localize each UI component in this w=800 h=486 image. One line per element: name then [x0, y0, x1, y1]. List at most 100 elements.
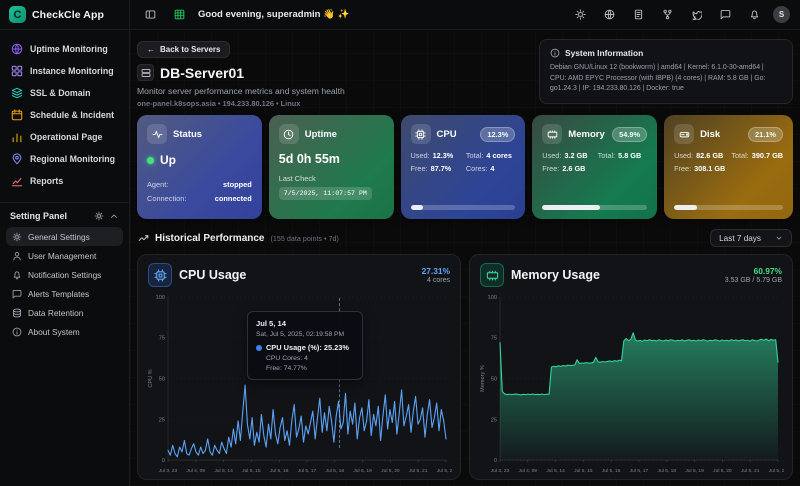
svg-text:50: 50 [491, 377, 497, 383]
back-to-servers-button[interactable]: ← Back to Servers [137, 41, 230, 58]
cpu-chart-title: CPU Usage [179, 268, 246, 282]
svg-text:Jul 5, 14: Jul 5, 14 [546, 468, 565, 474]
info-icon [550, 48, 560, 58]
uptime-card[interactable]: Uptime 5d 0h 55m Last Check 7/5/2025, 11… [269, 115, 394, 219]
twitter-bird-icon[interactable] [686, 5, 706, 25]
settings-item-alerts-templates[interactable]: Alerts Templates [6, 284, 123, 303]
tooltip-series-value: CPU Usage (%): 25.23% [266, 343, 349, 352]
svg-text:Jul 5, 19: Jul 5, 19 [353, 468, 372, 474]
settings-item-about[interactable]: About System [6, 322, 123, 341]
tooltip-date: Jul 5, 14 [256, 319, 354, 328]
tooltip-full-date: Sat, Jul 5, 2025, 02:19:58 PM [256, 331, 354, 338]
chart-tooltip: Jul 5, 14 Sat, Jul 5, 2025, 02:19:58 PM … [247, 311, 363, 380]
top-header: Good evening, superadmin 👋 ✨ S [130, 0, 800, 30]
svg-text:0: 0 [162, 458, 165, 464]
memory-progress-bar [542, 205, 647, 210]
gear-icon [12, 232, 22, 242]
settings-item-notifications[interactable]: Notification Settings [6, 265, 123, 284]
sidebar-item-ssl-domain[interactable]: SSL & Domain [6, 82, 123, 104]
cpu-progress-bar [411, 205, 516, 210]
settings-item-users[interactable]: User Management [6, 246, 123, 265]
status-up-dot [147, 157, 154, 164]
arrow-left-icon: ← [147, 45, 155, 54]
settings-item-general[interactable]: General Settings [6, 227, 123, 246]
memory-chart-title: Memory Usage [511, 268, 600, 282]
sidebar-item-schedule-incident[interactable]: Schedule & Incident [6, 104, 123, 126]
settings-list: General Settings User Management Notific… [0, 225, 129, 343]
cpu-chart-area[interactable]: 0255075100Jul 3, 23Jul 4, 09Jul 5, 14Jul… [146, 289, 452, 476]
greeting-text: Good evening, superadmin 👋 ✨ [198, 9, 349, 20]
agent-status: stopped [223, 180, 252, 189]
trending-up-icon [138, 233, 149, 244]
page-header-row: ← Back to Servers DB-Server01 Monitor se… [137, 39, 793, 108]
sidebar-item-operational-page[interactable]: Operational Page [6, 126, 123, 148]
sidebar-item-uptime-monitoring[interactable]: Uptime Monitoring [6, 38, 123, 60]
svg-text:Jul 5, 23: Jul 5, 23 [769, 468, 784, 474]
theme-sun-icon[interactable] [570, 5, 590, 25]
settings-item-data-retention[interactable]: Data Retention [6, 303, 123, 322]
settings-item-label: Alerts Templates [28, 289, 89, 299]
setting-panel-header[interactable]: Setting Panel [0, 202, 129, 225]
svg-text:Jul 5, 16: Jul 5, 16 [602, 468, 621, 474]
svg-text:Jul 4, 09: Jul 4, 09 [519, 468, 538, 474]
svg-text:0: 0 [494, 458, 497, 464]
disk-progress-bar [674, 205, 783, 210]
sidebar-item-label: Operational Page [30, 132, 102, 142]
page-subtitle: Monitor server performance metrics and s… [137, 86, 345, 96]
svg-text:Jul 5, 19: Jul 5, 19 [685, 468, 704, 474]
svg-text:Jul 5, 17: Jul 5, 17 [298, 468, 317, 474]
cpu-icon [411, 124, 431, 144]
table-grid-icon[interactable] [169, 5, 189, 25]
svg-text:25: 25 [159, 417, 165, 423]
svg-text:100: 100 [488, 295, 497, 301]
series-dot [256, 345, 262, 351]
svg-text:75: 75 [491, 336, 497, 342]
charts-row: CPU Usage 27.31% 4 cores 0255075100Jul 3… [137, 254, 793, 480]
sidebar-nav: Uptime Monitoring Instance Monitoring SS… [0, 30, 129, 196]
sidebar-toggle-icon[interactable] [140, 5, 160, 25]
page-title-block: ← Back to Servers DB-Server01 Monitor se… [137, 39, 345, 108]
tooltip-free: Free: 74.77% [266, 365, 354, 372]
cpu-badge: 12.3% [480, 127, 515, 142]
status-card[interactable]: Status Up Agent:stopped Connection:conne… [137, 115, 262, 219]
svg-text:Jul 5, 16: Jul 5, 16 [270, 468, 289, 474]
notifications-bell-icon[interactable] [744, 5, 764, 25]
settings-item-label: About System [28, 327, 80, 337]
svg-text:CPU %: CPU % [148, 369, 154, 387]
sidebar-item-instance-monitoring[interactable]: Instance Monitoring [6, 60, 123, 82]
cpu-current-value: 27.31% [422, 266, 450, 276]
sidebar-item-regional-monitoring[interactable]: Regional Monitoring [6, 148, 123, 170]
feedback-message-icon[interactable] [715, 5, 735, 25]
svg-text:Jul 5, 15: Jul 5, 15 [242, 468, 261, 474]
settings-item-label: User Management [28, 251, 96, 261]
memory-badge: 54.9% [612, 127, 647, 142]
svg-text:Jul 4, 09: Jul 4, 09 [187, 468, 206, 474]
user-avatar[interactable]: S [773, 6, 790, 23]
svg-text:Jul 3, 23: Jul 3, 23 [159, 468, 178, 474]
memory-usage-chart-card: Memory Usage 60.97% 3.53 GB / 5.79 GB 02… [469, 254, 793, 480]
boxes-icon [11, 65, 23, 77]
time-range-select[interactable]: Last 7 days [710, 229, 792, 247]
disk-card[interactable]: Disk 21.1% Used:82.6 GB Total:390.7 GB F… [664, 115, 793, 219]
git-fork-icon[interactable] [657, 5, 677, 25]
app-logo-icon: C [9, 6, 26, 23]
sidebar-item-label: Instance Monitoring [30, 66, 114, 76]
setting-panel-title: Setting Panel [10, 211, 94, 221]
chevron-down-icon [775, 234, 783, 242]
settings-item-label: Notification Settings [28, 270, 101, 280]
clock-icon [279, 124, 299, 144]
server-meta: one-panel.k8sops.asia • 194.233.80.126 •… [137, 99, 345, 108]
language-globe-icon[interactable] [599, 5, 619, 25]
sidebar-item-reports[interactable]: Reports [6, 170, 123, 192]
svg-text:Jul 5, 20: Jul 5, 20 [713, 468, 732, 474]
cpu-card[interactable]: CPU 12.3% Used:12.3% Total:4 cores Free:… [401, 115, 526, 219]
cpu-icon [148, 263, 172, 287]
sidebar-item-label: SSL & Domain [30, 88, 90, 98]
memory-chart-area[interactable]: 0255075100Jul 3, 23Jul 4, 09Jul 5, 14Jul… [478, 289, 784, 476]
docs-icon[interactable] [628, 5, 648, 25]
settings-item-label: General Settings [28, 232, 90, 242]
app-logo[interactable]: C CheckCle App [0, 0, 129, 30]
memory-card[interactable]: Memory 54.9% Used:3.2 GB Total:5.8 GB Fr… [532, 115, 657, 219]
info-icon [12, 327, 22, 337]
svg-text:Jul 5, 14: Jul 5, 14 [214, 468, 233, 474]
